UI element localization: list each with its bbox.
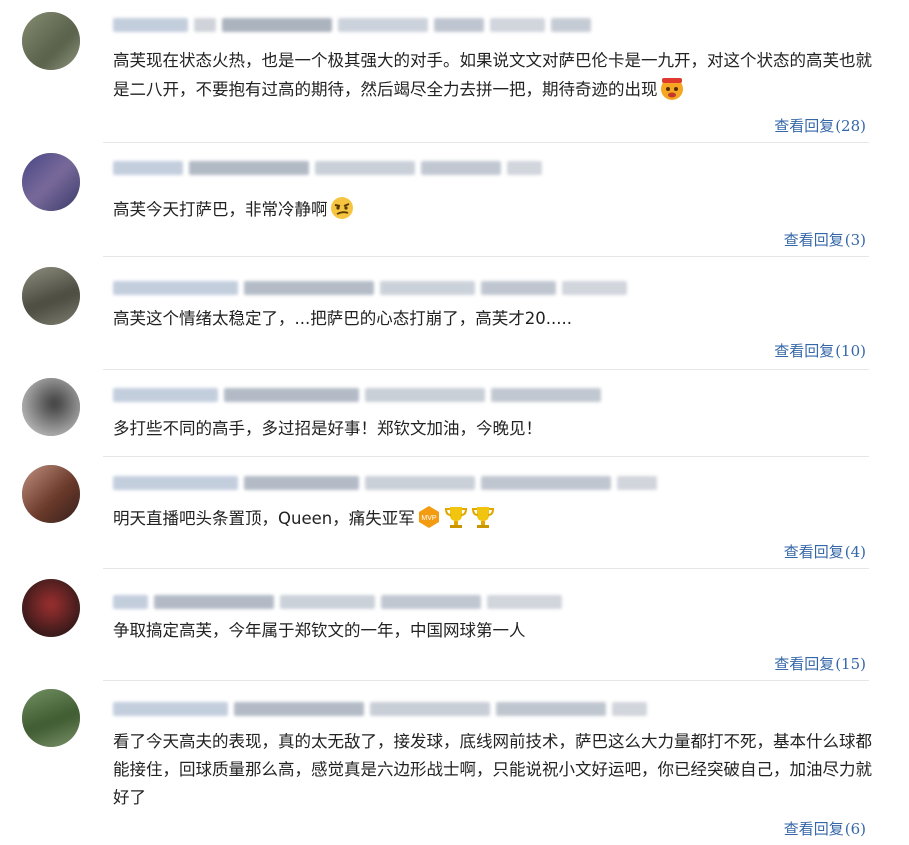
- trophy-emoji: [471, 507, 494, 528]
- view-replies-link[interactable]: 查看回复(4): [784, 541, 866, 562]
- username-meta-blurred: [113, 14, 597, 32]
- username-meta-blurred: [113, 698, 653, 716]
- comment-text: 高芙今天打萨巴，非常冷静啊: [113, 195, 873, 224]
- divider: [103, 680, 869, 681]
- comment-text: 多打些不同的高手，多过招是好事！郑钦文加油，今晚见！: [113, 419, 542, 438]
- username-meta-blurred: [113, 472, 663, 490]
- avatar[interactable]: [22, 153, 80, 211]
- avatar[interactable]: [22, 689, 80, 747]
- divider: [103, 256, 869, 257]
- comment-text: 高芙现在状态火热，也是一个极其强大的对手。如果说文文对萨巴伦卡是一九开，对这个状…: [113, 51, 872, 100]
- comment-text: 争取搞定高芙，今年属于郑钦文的一年，中国网球第一人: [113, 621, 526, 640]
- view-replies-link[interactable]: 查看回复(10): [774, 340, 866, 361]
- divider: [103, 369, 869, 370]
- mvp-badge-emoji: MVP: [418, 506, 439, 528]
- angry-face-emoji: [660, 78, 683, 100]
- trophy-emoji: [444, 507, 467, 528]
- username-meta-blurred: [113, 157, 548, 175]
- divider: [103, 568, 869, 569]
- comment-text: 高芙这个情绪太稳定了，...把萨巴的心态打崩了，高芙才20.....: [113, 309, 572, 328]
- smirk-face-emoji: [330, 197, 353, 219]
- divider: [103, 456, 869, 457]
- avatar[interactable]: [22, 12, 80, 70]
- avatar[interactable]: [22, 267, 80, 325]
- view-replies-link[interactable]: 查看回复(3): [784, 229, 866, 250]
- avatar[interactable]: [22, 378, 80, 436]
- avatar[interactable]: [22, 465, 80, 523]
- username-meta-blurred: [113, 591, 568, 609]
- comment-text: 看了今天高夫的表现，真的太无敌了，接发球，底线网前技术，萨巴这么大力量都打不死，…: [113, 732, 872, 807]
- svg-text:MVP: MVP: [421, 515, 437, 522]
- username-meta-blurred: [113, 277, 633, 295]
- comment-text: 明天直播吧头条置顶，Queen，痛失亚军 MVP: [113, 504, 873, 533]
- view-replies-link[interactable]: 查看回复(6): [784, 818, 866, 839]
- avatar[interactable]: [22, 579, 80, 637]
- username-meta-blurred: [113, 384, 607, 402]
- view-replies-link[interactable]: 查看回复(15): [774, 653, 866, 674]
- divider: [103, 142, 869, 143]
- view-replies-link[interactable]: 查看回复(28): [774, 115, 866, 136]
